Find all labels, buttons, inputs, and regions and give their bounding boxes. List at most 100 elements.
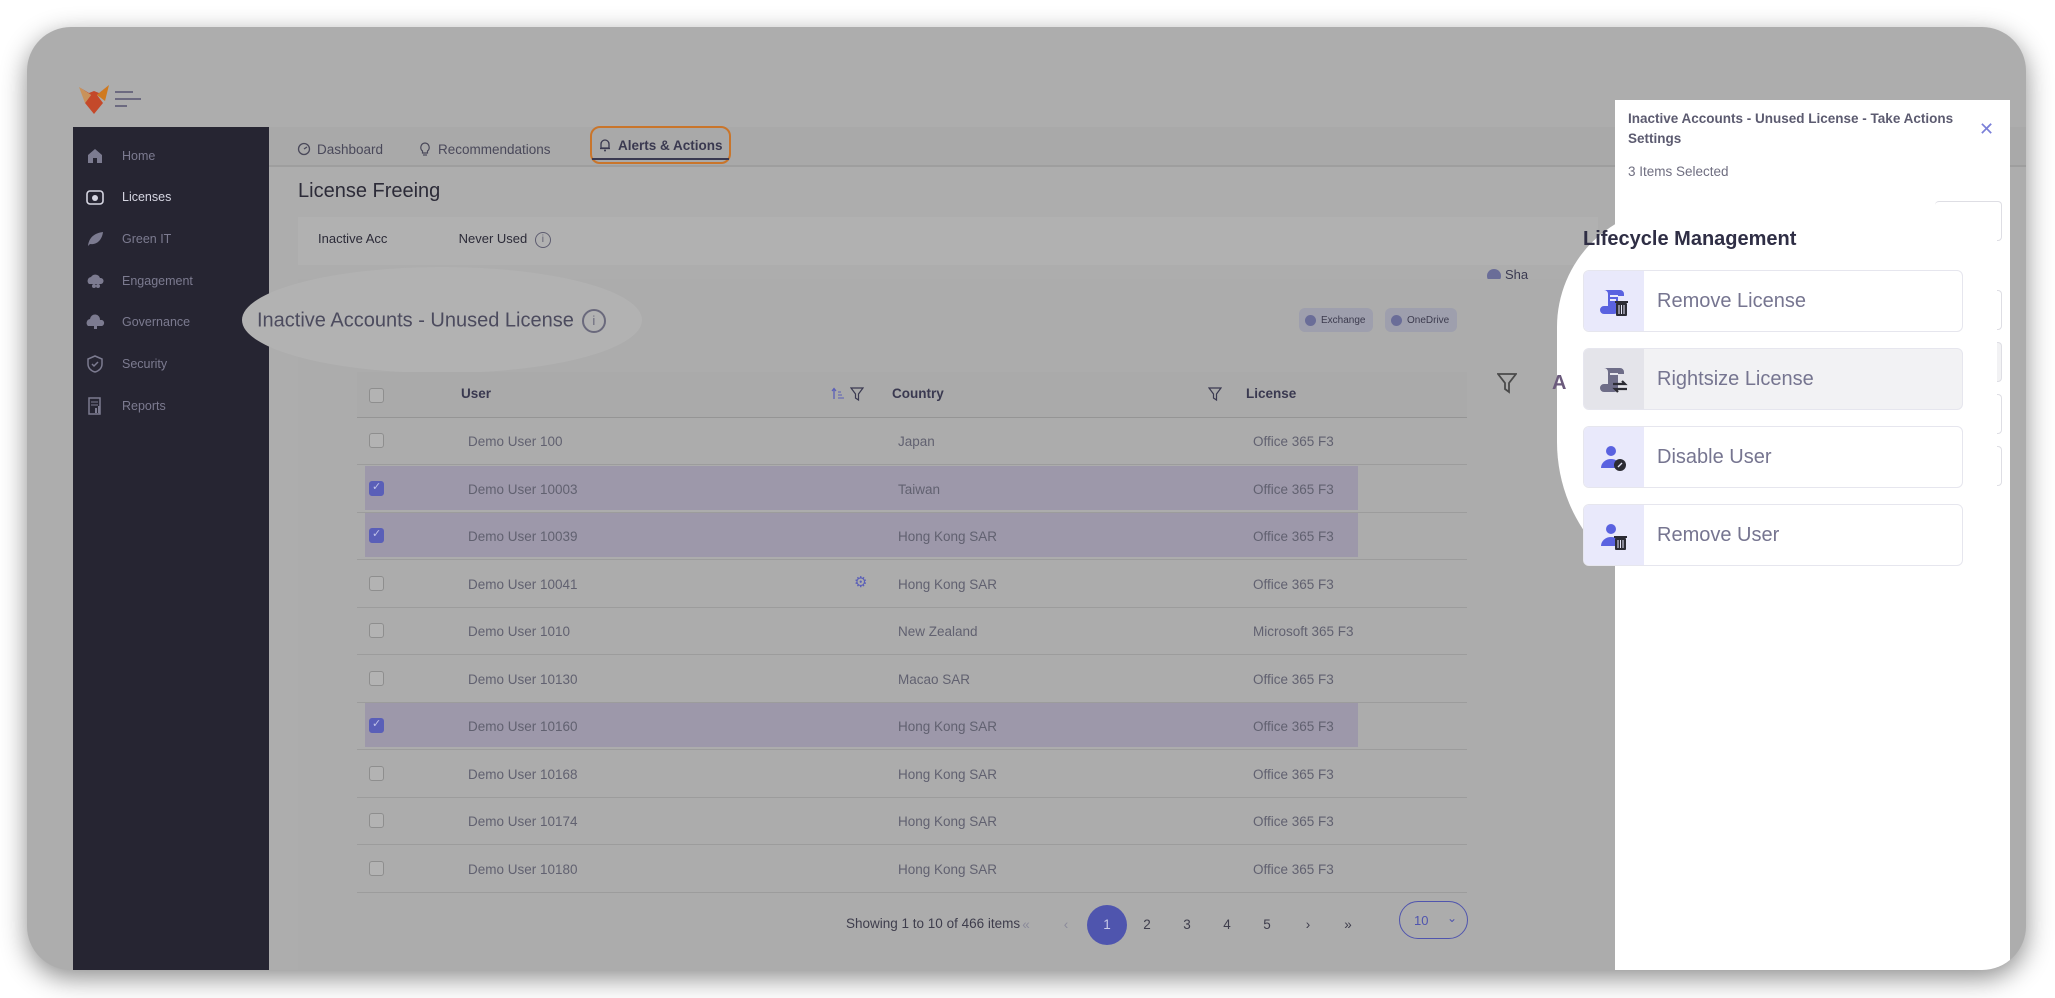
sort-ascending-icon[interactable] [831,387,845,401]
remove-user-action[interactable]: Remove User [1583,504,1963,566]
table-row[interactable]: Demo User 10174 Hong Kong SAR Office 365 F… [357,798,1467,845]
row-checkbox[interactable] [369,575,384,591]
table-header: User Country License [357,372,1467,418]
table-row[interactable]: Demo User 10168 Hong Kong SAR Office 365 F… [357,751,1467,798]
first-page-button[interactable]: « [1006,905,1046,945]
report-icon [88,397,101,415]
sidebar-item-home[interactable]: Home [73,139,269,173]
page-button-3[interactable]: 3 [1167,905,1207,945]
action-label: Rightsize License [1657,368,1814,390]
lightbulb-icon [420,142,430,156]
home-icon [88,149,102,163]
leaf-icon [88,232,103,246]
license-cell: Office 365 F3 [1253,766,1334,782]
next-page-button[interactable]: › [1288,905,1328,945]
sidebar-item-security[interactable]: Security [73,347,269,381]
table-row[interactable]: Demo User 10180 Hong Kong SAR Office 365 F… [357,846,1467,893]
gauge-icon [297,142,311,156]
table-row[interactable]: Demo User 10130 Macao SAR Office 365 F3 [357,656,1467,703]
sidebar-item-engagement[interactable]: Engagement [73,264,269,298]
table-row[interactable]: Demo User 10041 Hong Kong SAR Office 365 F… [357,561,1467,608]
filter-chip-exchange[interactable]: Exchange [1299,308,1374,332]
disable-user-action[interactable]: Disable User [1583,426,1963,488]
filter-icon[interactable] [1208,387,1222,402]
user-cell: Demo User 10041 [468,576,578,592]
subtab-inactive-never-used[interactable]: Inactive Acc Never Used i [318,231,551,248]
tab-recommendations[interactable]: Recommendations [418,134,551,164]
row-checkbox[interactable] [369,860,384,876]
column-header-user[interactable]: User [461,386,491,401]
page-button-2[interactable]: 2 [1127,905,1167,945]
user-cell: Demo User 10003 [468,481,578,497]
license-swap-icon [1600,368,1628,393]
country-cell: Hong Kong SAR [898,576,998,592]
user-cell: Demo User 100 [468,434,563,449]
user-remove-icon [1601,524,1627,550]
row-checkbox[interactable] [369,813,384,828]
sidebar-item-label: Home [122,149,156,163]
subtab-label-left: Inactive Acc [318,231,388,246]
page-button-1[interactable]: 1 [1087,905,1127,945]
table-row[interactable]: Demo User 10160 Hong Kong SAR Office 365 F… [357,703,1467,750]
tab-dashboard[interactable]: Dashboard [297,134,383,164]
remove-chip-icon[interactable] [1305,314,1316,326]
page-button-5[interactable]: 5 [1247,905,1287,945]
license-cell: Office 365 F3 [1253,529,1334,544]
table-row[interactable]: Demo User 10003 Taiwan Office 365 F3 [357,465,1467,513]
cloud-users-icon [87,274,104,288]
license-cell: Office 365 F3 [1253,719,1334,734]
prev-page-button[interactable]: ‹ [1046,905,1086,945]
last-page-button[interactable]: » [1328,905,1368,945]
section-title-text: Inactive Accounts - Unused License [257,309,574,332]
row-checkbox[interactable] [369,717,384,733]
filter-chip-onedrive[interactable]: OneDrive [1385,308,1458,332]
action-label: Remove User [1657,524,1780,546]
page-size-select[interactable]: 10 ⌄ [1399,901,1468,939]
table-row[interactable]: Demo User 10039 Hong Kong SAR Office 365 F… [357,513,1467,560]
tab-label: Dashboard [317,141,384,157]
hamburger-icon[interactable] [115,89,141,109]
sidebar-item-label: Engagement [122,274,193,288]
row-checkbox[interactable] [369,527,384,543]
bell-icon [600,139,610,152]
row-checkbox[interactable] [369,623,384,638]
close-icon[interactable]: ✕ [1979,119,1994,140]
license-cell: Office 365 F3 [1253,861,1334,877]
gear-icon[interactable]: ⚙ [854,573,867,591]
license-cell: Office 365 F3 [1253,576,1334,592]
table-row[interactable]: Demo User 1010 New Zealand Microsoft 365 F… [357,608,1467,655]
row-checkbox[interactable] [369,480,384,496]
row-checkbox[interactable] [369,765,384,781]
tab-alerts-actions[interactable]: Alerts & Actions [590,126,731,164]
info-icon[interactable]: i [534,231,551,248]
country-cell: Japan [898,434,935,449]
column-header-country[interactable]: Country [892,386,944,401]
selected-count: 3 Items Selected [1628,164,1729,179]
page-title: License Freeing [298,180,441,202]
fox-logo-icon [79,85,109,114]
license-cell: Office 365 F3 [1253,434,1334,449]
tab-label: Recommendations [438,141,551,157]
rightsize-license-action[interactable]: Rightsize License [1583,348,1963,410]
sidebar-item-label: Governance [122,315,191,329]
table-row[interactable]: Demo User 100 Japan Office 365 F3 [357,418,1467,465]
info-icon[interactable]: i [581,309,606,333]
filter-icon[interactable] [850,387,864,402]
row-checkbox[interactable] [369,670,384,686]
sidebar-item-licenses[interactable]: Licenses [73,180,269,214]
sidebar-item-green-it[interactable]: Green IT [73,222,269,256]
filter-icon[interactable] [1497,372,1517,394]
lifecycle-management-title: Lifecycle Management [1583,228,1797,250]
page-button-4[interactable]: 4 [1207,905,1247,945]
row-checkbox[interactable] [369,433,384,448]
remove-chip-icon[interactable] [1391,314,1402,326]
country-cell: Macao SAR [898,671,971,687]
sidebar-item-governance[interactable]: Governance ⌄ [73,305,269,339]
remove-license-action[interactable]: Remove License [1583,270,1963,332]
column-header-license[interactable]: License [1246,386,1296,401]
user-cell: Demo User 10174 [468,814,578,829]
app-window: Home Licenses Green IT Engagement Govern… [27,27,2026,970]
select-all-checkbox[interactable] [369,388,384,403]
license-cell: Office 365 F3 [1253,481,1334,497]
sidebar-item-reports[interactable]: Reports [73,389,269,423]
